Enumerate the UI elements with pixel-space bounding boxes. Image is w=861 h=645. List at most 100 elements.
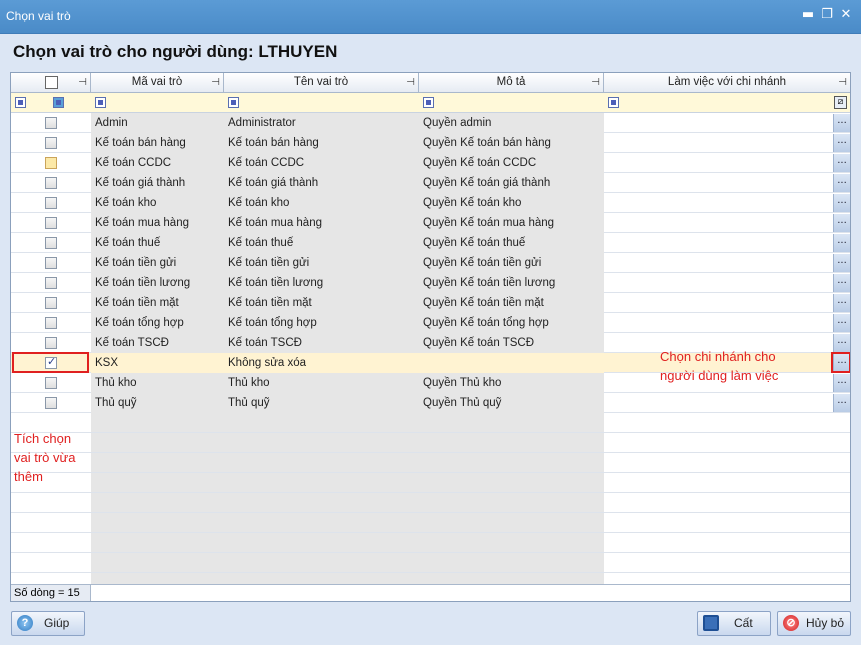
cell-name: Không sửa xóa [224, 353, 419, 373]
choose-branch-button[interactable]: ... [833, 314, 850, 332]
header-name[interactable]: Tên vai trò ⊣ [224, 73, 419, 93]
choose-branch-button[interactable]: ... [833, 114, 850, 132]
pin-icon[interactable]: ⊣ [406, 73, 415, 92]
row-checkbox[interactable] [45, 377, 57, 389]
choose-branch-button[interactable]: ... [833, 374, 850, 392]
cell-branch[interactable] [604, 313, 833, 333]
cell-branch[interactable] [604, 293, 833, 313]
table-row[interactable]: Kế toán bán hàng Kế toán bán hàng Quyền Kế… [11, 133, 850, 153]
pin-icon[interactable]: ⊣ [591, 73, 600, 92]
table-row[interactable]: Kế toán CCDC Kế toán CCDC Quyền Kế toán CC… [11, 153, 850, 173]
help-button[interactable]: ? Giúp [11, 611, 85, 636]
filter-icon[interactable] [15, 97, 26, 108]
choose-branch-button[interactable]: ... [833, 134, 850, 152]
row-checkbox[interactable] [45, 277, 57, 289]
row-checkbox[interactable] [45, 217, 57, 229]
cell-branch[interactable] [604, 133, 833, 153]
choose-branch-button[interactable]: ... [833, 394, 850, 412]
filter-clear-icon[interactable]: ⧄ [834, 96, 847, 109]
choose-branch-button[interactable]: ... [833, 234, 850, 252]
row-checkbox[interactable] [45, 237, 57, 249]
cell-name: Kế toán thuế [224, 233, 419, 253]
cell-desc [419, 353, 604, 373]
table-row[interactable]: Kế toán thuế Kế toán thuế Quyền Kế toán th… [11, 233, 850, 253]
cell-branch[interactable] [604, 153, 833, 173]
row-checkbox[interactable] [45, 257, 57, 269]
cell-name: Kế toán CCDC [224, 153, 419, 173]
row-checkbox[interactable] [45, 137, 57, 149]
select-all-checkbox[interactable] [45, 76, 58, 89]
cell-code: Kế toán kho [91, 193, 224, 213]
table-row[interactable]: Thủ quỹ Thủ quỹ Quyền Thủ quỹ... [11, 393, 850, 413]
filter-icon[interactable] [608, 97, 619, 108]
cell-branch[interactable] [604, 213, 833, 233]
cell-branch[interactable] [604, 233, 833, 253]
cell-desc: Quyền Kế toán tổng hợp [419, 313, 604, 333]
minimize-icon[interactable]: ▬ [800, 6, 816, 24]
header-select[interactable]: ⊣ [11, 73, 91, 93]
cell-code: Kế toán mua hàng [91, 213, 224, 233]
cell-desc: Quyền Kế toán mua hàng [419, 213, 604, 233]
pin-icon[interactable]: ⊣ [211, 73, 220, 92]
filter-icon[interactable] [95, 97, 106, 108]
cancel-button[interactable]: ⊘ Hủy bỏ [777, 611, 851, 636]
row-checkbox[interactable] [45, 157, 57, 169]
cell-name: Kế toán tiền gửi [224, 253, 419, 273]
choose-branch-button[interactable]: ... [833, 174, 850, 192]
cell-code: Kế toán tiền mặt [91, 293, 224, 313]
choose-branch-button[interactable]: ... [833, 294, 850, 312]
cell-branch[interactable] [604, 393, 833, 413]
table-row[interactable]: Kế toán tiền lương Kế toán tiền lương Quyề… [11, 273, 850, 293]
cell-code: Kế toán CCDC [91, 153, 224, 173]
cell-desc: Quyền Kế toán TSCĐ [419, 333, 604, 353]
header-desc[interactable]: Mô tả ⊣ [419, 73, 604, 93]
cell-desc: Quyền Kế toán tiền lương [419, 273, 604, 293]
cell-code: Thủ kho [91, 373, 224, 393]
maximize-icon[interactable]: ❐ [819, 6, 835, 24]
cell-branch[interactable] [604, 113, 833, 133]
cell-name: Kế toán bán hàng [224, 133, 419, 153]
row-checkbox[interactable] [45, 397, 57, 409]
cell-desc: Quyền Kế toán giá thành [419, 173, 604, 193]
pin-icon[interactable]: ⊣ [838, 73, 847, 92]
row-checkbox[interactable] [45, 197, 57, 209]
save-button[interactable]: Cất [697, 611, 771, 636]
pin-icon[interactable]: ⊣ [78, 73, 87, 92]
cell-desc: Quyền Thủ kho [419, 373, 604, 393]
cell-code: KSX [91, 353, 224, 373]
annotation-checkbox-note: Tích chọn vai trò vừa thêm [14, 431, 76, 484]
roles-grid: ⊣ Mã vai trò ⊣ Tên vai trò ⊣ Mô tả ⊣ Làm… [10, 72, 851, 602]
table-row[interactable]: Kế toán tiền mặt Kế toán tiền mặt Quyền Kế… [11, 293, 850, 313]
row-checkbox[interactable] [45, 317, 57, 329]
filter-icon[interactable] [228, 97, 239, 108]
cell-branch[interactable] [604, 273, 833, 293]
table-row[interactable]: Kế toán kho Kế toán kho Quyền Kế toán kho.… [11, 193, 850, 213]
empty-row [11, 493, 850, 513]
close-icon[interactable]: ✕ [838, 6, 854, 24]
table-row[interactable]: Kế toán giá thành Kế toán giá thành Quyền … [11, 173, 850, 193]
header-code[interactable]: Mã vai trò ⊣ [91, 73, 224, 93]
filter-icon[interactable] [423, 97, 434, 108]
choose-branch-button[interactable]: ... [833, 274, 850, 292]
cell-name: Kế toán tiền lương [224, 273, 419, 293]
table-row[interactable]: Kế toán tiền gửi Kế toán tiền gửi Quyền Kế… [11, 253, 850, 273]
row-checkbox[interactable] [45, 337, 57, 349]
cell-name: Thủ kho [224, 373, 419, 393]
cell-branch[interactable] [604, 193, 833, 213]
table-row[interactable]: Admin Administrator Quyền admin... [11, 113, 850, 133]
row-checkbox[interactable] [45, 297, 57, 309]
header-branch[interactable]: Làm việc với chi nhánh ⊣ [604, 73, 850, 93]
cell-branch[interactable] [604, 253, 833, 273]
choose-branch-button[interactable]: ... [833, 334, 850, 352]
choose-branch-button[interactable]: ... [833, 194, 850, 212]
row-checkbox[interactable] [45, 177, 57, 189]
row-checkbox[interactable] [45, 117, 57, 129]
choose-branch-button[interactable]: ... [833, 154, 850, 172]
table-row[interactable]: Kế toán tổng hợp Kế toán tổng hợp Quyền Kế… [11, 313, 850, 333]
table-row[interactable]: Kế toán mua hàng Kế toán mua hàng Quyền Kế… [11, 213, 850, 233]
choose-branch-button[interactable]: ... [833, 254, 850, 272]
choose-branch-button[interactable]: ... [833, 214, 850, 232]
title-bar: Chọn vai trò ▬ ❐ ✕ [0, 0, 861, 34]
filter-icon[interactable] [53, 97, 64, 108]
cell-branch[interactable] [604, 173, 833, 193]
